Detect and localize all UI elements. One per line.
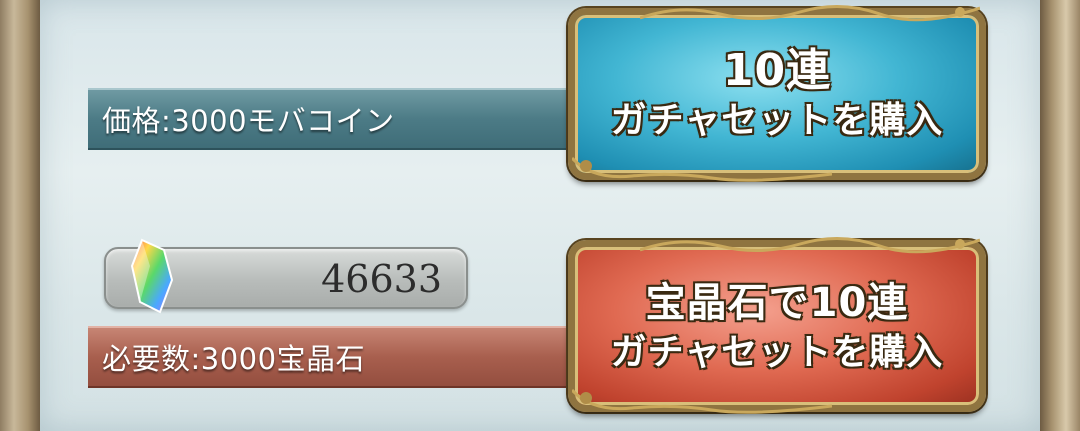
buy-10-gacha-set-coin-button[interactable]: 10連 ガチャセットを購入: [568, 8, 986, 180]
buy-coin-button-line2: ガチャセットを購入: [610, 100, 944, 141]
buy-gem-button-line1: 宝晶石で10連: [645, 280, 909, 326]
gem-balance-value: 46633: [321, 257, 442, 301]
required-label: 必要数:3000宝晶石: [102, 342, 366, 376]
price-label: 価格:3000モバコイン: [102, 104, 395, 138]
left-frame-border: [0, 0, 40, 431]
required-label-bar: 必要数:3000宝晶石: [88, 326, 588, 388]
price-label-bar: 価格:3000モバコイン: [88, 88, 588, 150]
buy-gem-button-line2: ガチャセットを購入: [610, 332, 944, 373]
buy-coin-button-line1: 10連: [722, 45, 832, 96]
buy-10-gacha-set-gem-button[interactable]: 宝晶石で10連 ガチャセットを購入: [568, 240, 986, 412]
rainbow-crystal-icon: [130, 238, 174, 314]
right-frame-border: [1040, 0, 1080, 431]
